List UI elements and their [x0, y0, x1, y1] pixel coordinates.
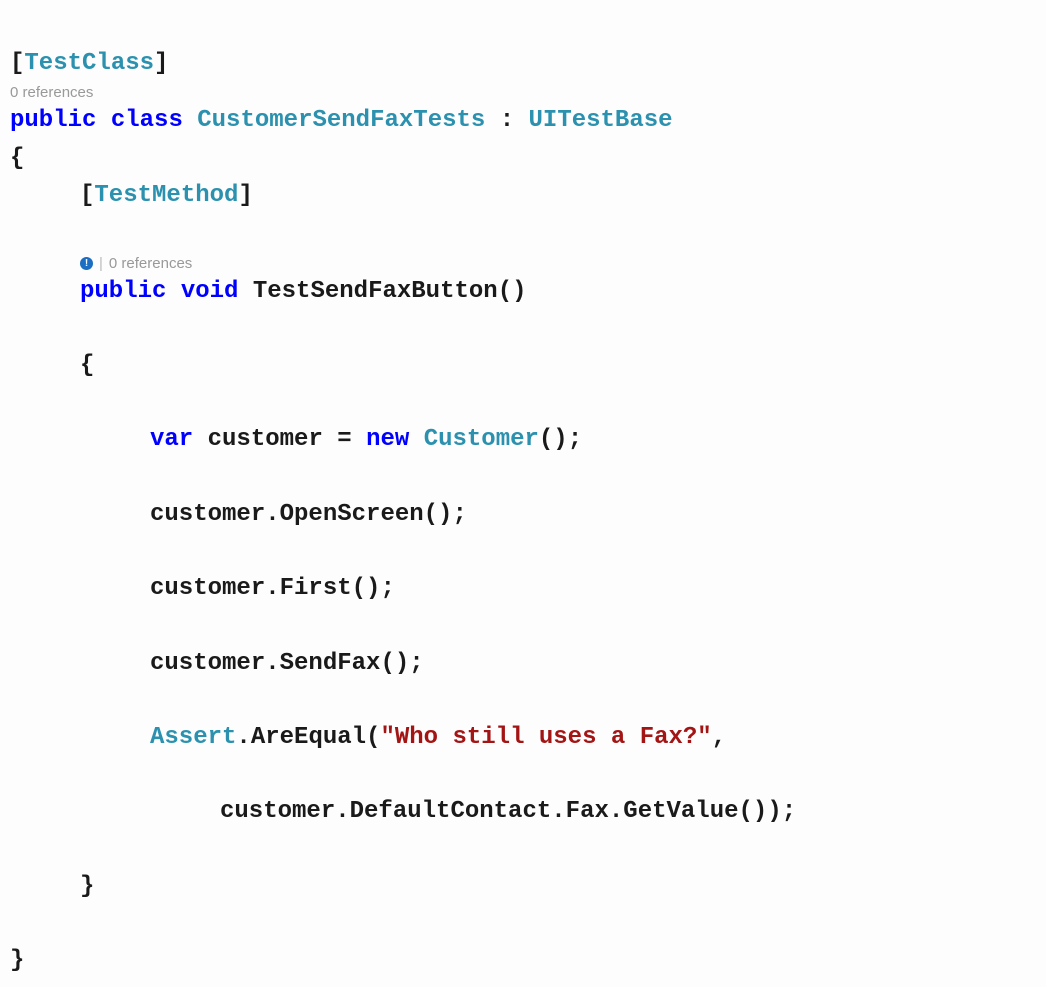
class-declaration: public class CustomerSendFaxTests : UITe…: [10, 107, 673, 134]
stmt-assert-line1: Assert.AreEqual("Who still uses a Fax?",: [10, 719, 1036, 756]
class-name: CustomerSendFaxTests: [197, 107, 485, 134]
stmt-var-decl: var customer = new Customer();: [10, 421, 1036, 458]
info-icon: !: [80, 257, 93, 270]
attribute-class-name: TestClass: [24, 50, 154, 77]
ctor-type: Customer: [424, 426, 539, 453]
attribute-line-method: [TestMethod]: [10, 177, 1036, 214]
code-editor[interactable]: [TestClass] 0 references public class Cus…: [10, 8, 1036, 979]
codelens-method[interactable]: ! | 0 references: [10, 253, 1036, 273]
codelens-separator-icon: |: [99, 255, 103, 273]
string-literal: "Who still uses a Fax?": [380, 724, 711, 751]
codelens-class-refs: 0 references: [10, 84, 93, 102]
local-var-name: customer: [208, 426, 323, 453]
stmt-assert-line2: customer.DefaultContact.Fax.GetValue());: [10, 793, 1036, 830]
open-brace-class: {: [10, 145, 24, 172]
close-brace-method: }: [10, 868, 1036, 905]
attribute-line-class: [TestClass]: [10, 50, 168, 77]
base-class-name: UITestBase: [529, 107, 673, 134]
method-declaration: public void TestSendFaxButton(): [10, 273, 1036, 310]
stmt-sendfax: customer.SendFax();: [10, 645, 1036, 682]
method-name: TestSendFaxButton: [253, 278, 498, 305]
codelens-method-refs: 0 references: [109, 255, 192, 273]
codelens-class[interactable]: 0 references: [10, 84, 1036, 102]
assert-type: Assert: [150, 724, 236, 751]
close-brace-class: }: [10, 947, 24, 974]
stmt-first: customer.First();: [10, 570, 1036, 607]
open-brace-method: {: [10, 347, 1036, 384]
stmt-openscreen: customer.OpenScreen();: [10, 496, 1036, 533]
attribute-method-name: TestMethod: [94, 182, 238, 209]
